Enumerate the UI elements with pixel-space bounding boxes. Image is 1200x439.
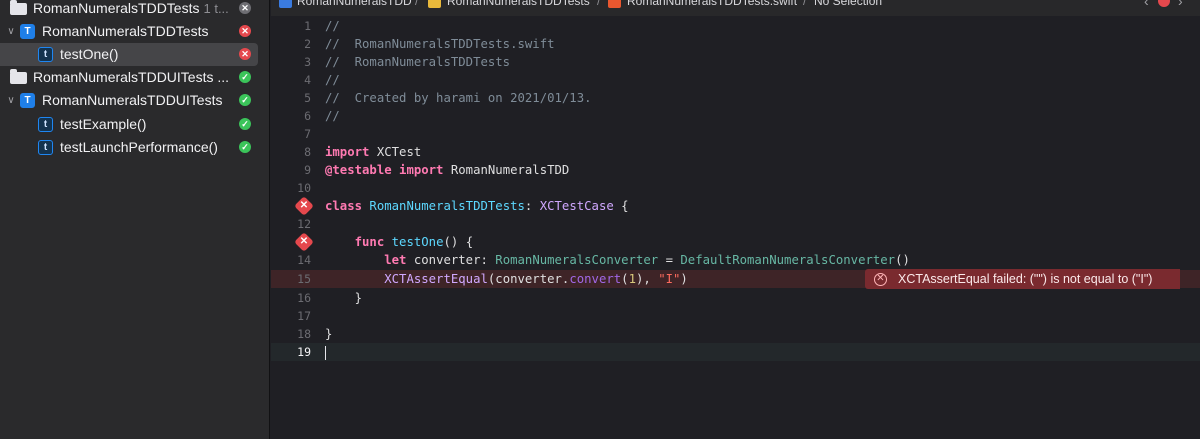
- code-line: 9 @testable import RomanNumeralsTDD: [304, 163, 570, 177]
- jumpbar-group[interactable]: RomanNumeralsTDDTests: [447, 0, 590, 8]
- code-line: 16 }: [297, 291, 363, 305]
- jumpbar-file[interactable]: RomanNumeralsTDDTests.swift: [627, 0, 797, 8]
- jumpbar-selection[interactable]: No Selection: [814, 0, 882, 8]
- project-icon: [279, 0, 292, 8]
- navigator-row-testLaunchPerformance[interactable]: t testLaunchPerformance() ✓: [0, 136, 269, 159]
- code-line: 2 // RomanNumeralsTDDTests.swift: [304, 37, 555, 51]
- code-line: ✕ func testOne() {: [271, 232, 1200, 252]
- test-class-icon: T: [20, 93, 35, 108]
- navigator-row-testOne[interactable]: t testOne() ✕: [0, 43, 258, 66]
- folder-icon: [10, 68, 27, 84]
- passed-status-icon[interactable]: ✓: [239, 94, 251, 106]
- chevron-down-icon[interactable]: ∨: [5, 95, 17, 106]
- test-method-icon: t: [38, 140, 53, 155]
- passed-status-icon[interactable]: ✓: [239, 71, 251, 83]
- failed-status-icon[interactable]: ✕: [239, 48, 251, 60]
- passed-status-icon[interactable]: ✓: [239, 118, 251, 130]
- source-editor[interactable]: 1 // 2 // RomanNumeralsTDDTests.swift 3 …: [271, 16, 1200, 439]
- error-marker-icon[interactable]: ✕: [294, 232, 314, 252]
- text-cursor: [325, 345, 326, 360]
- chevron-left-icon[interactable]: ‹: [1144, 0, 1149, 9]
- code-line: 8 import XCTest: [304, 145, 422, 159]
- failed-status-icon[interactable]: ✕: [239, 25, 251, 37]
- folder-icon: [10, 0, 27, 15]
- jumpbar-project[interactable]: RomanNumeralsTDD: [297, 0, 412, 8]
- navigator-row-ui-test-class[interactable]: ∨ T RomanNumeralsTDDUITests ✓: [0, 89, 269, 112]
- test-navigator: RomanNumeralsTDDTests 1 t... ✕ ∨ T Roman…: [0, 0, 270, 439]
- xcode-window: RomanNumeralsTDDTests 1 t... ✕ ∨ T Roman…: [0, 0, 1200, 439]
- jump-bar: RomanNumeralsTDD / RomanNumeralsTDDTests…: [271, 0, 1200, 17]
- code-line: 17: [297, 309, 311, 323]
- code-line: 12: [297, 217, 311, 231]
- code-line: 5 // Created by harami on 2021/01/13.: [304, 91, 592, 105]
- navigator-row-ui-test-bundle[interactable]: RomanNumeralsTDDUITests ... ✓: [0, 66, 269, 89]
- swift-file-icon: [608, 0, 621, 8]
- skipped-status-icon: ✕: [239, 2, 251, 14]
- error-circle-icon: ✕: [874, 272, 887, 286]
- chevron-down-icon[interactable]: ∨: [5, 26, 17, 37]
- code-line: 10: [297, 181, 311, 195]
- code-line: 7: [304, 127, 311, 141]
- code-line: 14 let converter: RomanNumeralsConverter…: [297, 253, 910, 267]
- folder-icon: [428, 0, 441, 8]
- test-class-icon: T: [20, 24, 35, 39]
- issue-icon[interactable]: [1158, 0, 1170, 7]
- code-line-current: 19: [271, 343, 1200, 361]
- test-method-icon: t: [38, 117, 53, 132]
- code-line: 3 // RomanNumeralsTDDTests: [304, 55, 511, 69]
- error-marker-icon[interactable]: ✕: [294, 196, 314, 216]
- test-failure-message[interactable]: ✕ XCTAssertEqual failed: ("") is not equ…: [865, 269, 1180, 289]
- navigator-row-testExample[interactable]: t testExample() ✓: [0, 113, 269, 136]
- chevron-right-icon[interactable]: ›: [1178, 0, 1183, 9]
- code-line: 18 }: [297, 327, 333, 341]
- code-line: 6 //: [304, 109, 340, 123]
- test-method-icon: t: [38, 47, 53, 62]
- code-line: 4 //: [304, 73, 340, 87]
- passed-status-icon[interactable]: ✓: [239, 141, 251, 153]
- code-line: ✕ class RomanNumeralsTDDTests: XCTestCas…: [271, 196, 1200, 216]
- code-line: 1 //: [304, 19, 340, 33]
- test-failure-text: XCTAssertEqual failed: ("") is not equal…: [898, 272, 1153, 286]
- navigator-row-test-class[interactable]: ∨ T RomanNumeralsTDDTests ✕: [0, 20, 269, 43]
- navigator-row-test-bundle[interactable]: RomanNumeralsTDDTests 1 t... ✕: [0, 0, 269, 20]
